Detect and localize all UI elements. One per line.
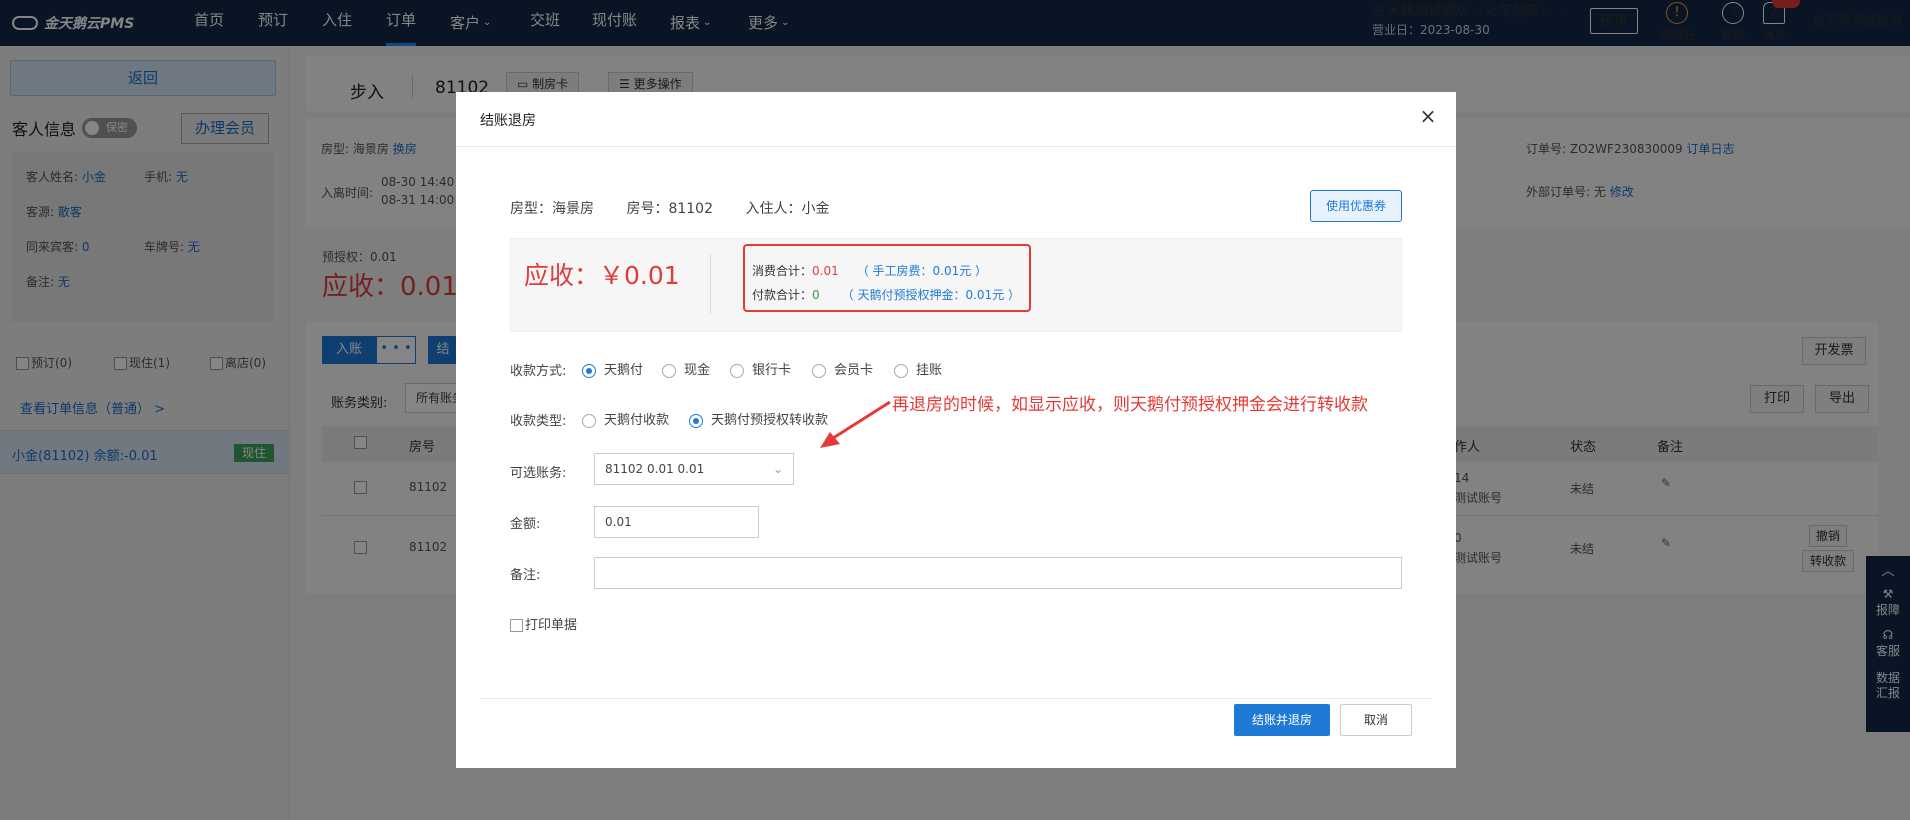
amount-input[interactable] <box>594 506 759 538</box>
annotation-arrow-icon <box>820 400 891 448</box>
account-select[interactable]: 81102 0.01 0.01 ⌄ <box>594 453 794 485</box>
consume-total-value: 0.01 <box>812 264 839 278</box>
payment-total-value: 0 <box>812 288 820 302</box>
chevron-down-icon: ⌄ <box>772 462 783 476</box>
consume-detail: （ 手工房费：0.01元 ） <box>856 264 988 278</box>
method-label: 会员卡 <box>834 363 874 378</box>
room-summary: 房型：海景房 房号：81102 入住人：小金 <box>510 198 857 218</box>
modal-guest: 入住人：小金 <box>745 201 830 217</box>
checkout-modal: 结账退房 × 房型：海景房 房号：81102 入住人：小金 使用优惠券 应收：￥… <box>456 92 1456 768</box>
print-receipt-label: 打印单据 <box>525 618 578 633</box>
radio[interactable] <box>582 413 596 428</box>
remark-label: 备注: <box>510 568 541 583</box>
account-select-label: 可选账务: <box>510 466 567 481</box>
radio-selected[interactable] <box>582 363 596 378</box>
annotation-note: 再退房的时候，如显示应收，则天鹅付预授权押金会进行转收款 <box>892 395 1368 415</box>
checkbox[interactable] <box>510 619 523 632</box>
modal-room-no: 房号：81102 <box>626 201 713 217</box>
divider <box>710 254 711 314</box>
method-label: 挂账 <box>916 363 943 378</box>
method-label: 银行卡 <box>752 363 792 378</box>
divider <box>456 146 1456 147</box>
payment-total-label: 付款合计： <box>752 288 813 302</box>
payment-method-label: 收款方式: <box>510 364 567 379</box>
type-label: 天鹅付预授权转收款 <box>711 413 829 428</box>
method-bankcard[interactable]: 银行卡 <box>730 359 791 378</box>
method-label: 现金 <box>684 363 711 378</box>
cancel-button[interactable]: 取消 <box>1340 704 1412 736</box>
method-cash[interactable]: 现金 <box>662 359 710 378</box>
payment-detail: （ 天鹅付预授权押金：0.01元 ） <box>841 288 1021 302</box>
type-tianepay-payment[interactable]: 天鹅付收款 <box>582 409 669 428</box>
divider <box>480 698 1432 699</box>
radio-selected[interactable] <box>689 413 703 428</box>
use-coupon-button[interactable]: 使用优惠券 <box>1310 190 1402 222</box>
method-membercard[interactable]: 会员卡 <box>812 359 873 378</box>
radio[interactable] <box>894 363 908 378</box>
radio[interactable] <box>730 363 744 378</box>
radio[interactable] <box>812 363 826 378</box>
consume-total-label: 消费合计： <box>752 264 813 278</box>
modal-room-type: 房型：海景房 <box>510 201 594 217</box>
method-charge-account[interactable]: 挂账 <box>894 359 942 378</box>
radio[interactable] <box>662 363 676 378</box>
close-icon[interactable]: × <box>1416 104 1440 128</box>
account-select-value: 81102 0.01 0.01 <box>605 462 705 476</box>
consume-total-line: 消费合计：0.01 （ 手工房费：0.01元 ） <box>752 262 987 279</box>
print-receipt-option[interactable]: 打印单据 <box>510 614 577 633</box>
type-preauth-transfer[interactable]: 天鹅付预授权转收款 <box>689 409 828 428</box>
remark-input[interactable] <box>594 557 1402 589</box>
checkout-submit-button[interactable]: 结账并退房 <box>1234 704 1330 736</box>
payment-total-line: 付款合计：0 （ 天鹅付预授权押金：0.01元 ） <box>752 286 1020 303</box>
amount-label: 金额: <box>510 517 541 532</box>
modal-title: 结账退房 <box>480 113 536 129</box>
payment-type-label: 收款类型: <box>510 414 567 429</box>
type-label: 天鹅付收款 <box>604 413 670 428</box>
amount-due: 应收：￥0.01 <box>524 261 680 290</box>
method-label: 天鹅付 <box>604 363 644 378</box>
method-tianepay[interactable]: 天鹅付 <box>582 359 643 378</box>
